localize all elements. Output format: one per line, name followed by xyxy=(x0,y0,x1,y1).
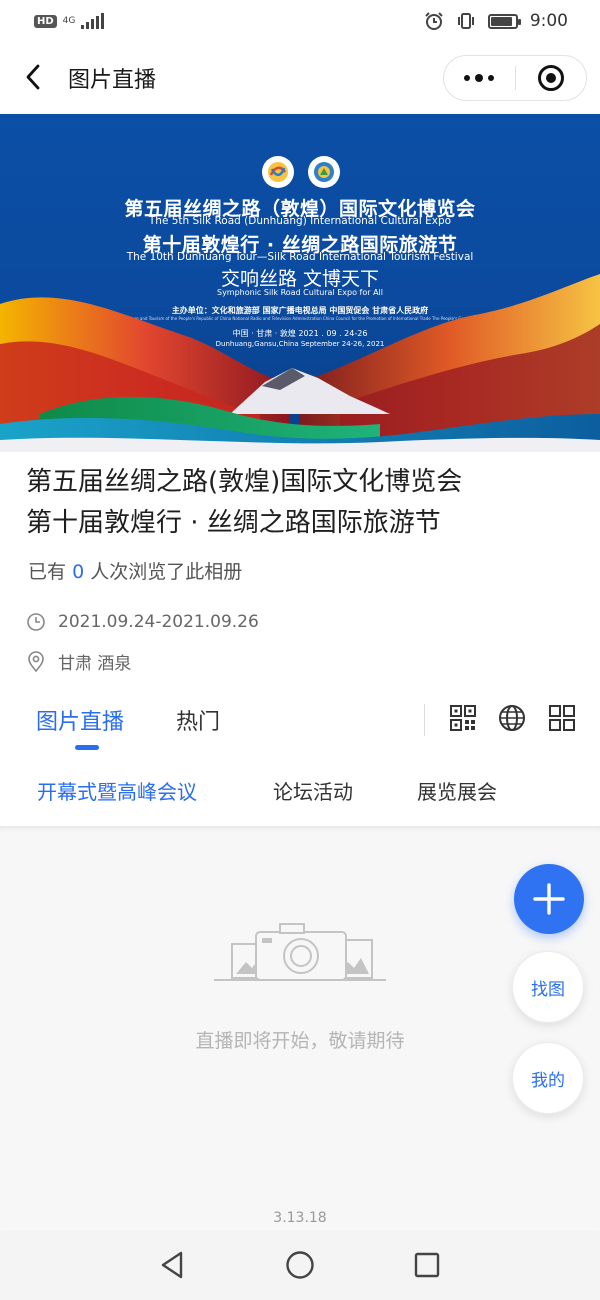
empty-camera-illustration xyxy=(214,923,386,981)
page-title: 图片直播 xyxy=(68,68,157,93)
view-count: 已有 0 人次浏览了此相册 xyxy=(28,557,242,584)
app-version: 3.13.18 xyxy=(273,1210,327,1226)
status-left: HD 4G xyxy=(34,13,105,29)
close-button[interactable] xyxy=(516,56,587,100)
tab-hot[interactable]: 热门 xyxy=(176,704,220,736)
signal-icon xyxy=(81,13,105,29)
add-photo-button[interactable] xyxy=(514,864,584,934)
vibrate-icon xyxy=(457,13,474,29)
album-title-line-2: 第十届敦煌行 · 丝绸之路国际旅游节 xyxy=(26,508,441,538)
globe-icon xyxy=(499,705,525,731)
event-location: 甘肃 酒泉 xyxy=(58,654,132,674)
nav-bar: 图片直播 xyxy=(0,42,600,114)
circle-home-icon xyxy=(286,1251,314,1279)
status-time: 9:00 xyxy=(529,11,568,31)
view-count-number: 0 xyxy=(72,561,85,583)
my-photos-button[interactable]: 我的 xyxy=(512,1042,584,1114)
expo-logo xyxy=(262,156,294,188)
album-title-line-1: 第五届丝绸之路(敦煌)国际文化博览会 xyxy=(26,467,463,497)
empty-state-message: 直播即将开始，敬请期待 xyxy=(195,1030,405,1052)
banner-title-2-en: The 10th Dunhuang Tour—Silk Road Interna… xyxy=(126,251,474,263)
find-photo-button[interactable]: 找图 xyxy=(512,951,584,1023)
subcategory-forum[interactable]: 论坛活动 xyxy=(273,776,353,805)
view-count-suffix: 人次浏览了此相册 xyxy=(90,561,243,583)
location-pin-icon xyxy=(28,650,44,672)
target-close-icon xyxy=(537,65,564,91)
status-bar: HD 4G 9:00 xyxy=(0,0,600,42)
album-cover-banner[interactable]: 第五届丝绸之路（敦煌）国际文化博览会 The 5th Silk Road (Du… xyxy=(0,114,600,452)
event-logos xyxy=(262,156,340,188)
alarm-icon xyxy=(425,12,443,30)
grid-layout-icon xyxy=(549,705,575,731)
tab-live-photos[interactable]: 图片直播 xyxy=(36,704,124,736)
more-dots-icon xyxy=(464,75,471,81)
clock-icon xyxy=(27,613,45,631)
language-button[interactable] xyxy=(498,704,526,732)
status-right: 9:00 xyxy=(424,11,568,31)
festival-logo xyxy=(308,156,340,188)
system-home-button[interactable] xyxy=(283,1248,317,1282)
event-date-range: 2021.09.24-2021.09.26 xyxy=(58,612,259,632)
back-button[interactable] xyxy=(18,62,48,92)
tab-bar: 图片直播 热门 xyxy=(0,690,600,754)
system-recents-button[interactable] xyxy=(410,1248,444,1282)
event-location-row: 甘肃 酒泉 xyxy=(26,649,131,674)
more-button[interactable] xyxy=(444,56,515,100)
layout-toggle-button[interactable] xyxy=(548,704,576,732)
tab-divider xyxy=(424,704,425,736)
banner-mountains-illustration xyxy=(0,274,600,452)
subcategory-exhibition[interactable]: 展览展会 xyxy=(417,776,497,805)
system-back-button[interactable] xyxy=(155,1248,189,1282)
subcategory-bar: 开幕式暨高峰会议 论坛活动 展览展会 xyxy=(0,760,600,824)
album-title: 第五届丝绸之路(敦煌)国际文化博览会 第十届敦煌行 · 丝绸之路国际旅游节 xyxy=(26,462,586,544)
qr-code-icon xyxy=(450,705,476,731)
battery-level xyxy=(490,16,513,26)
view-count-prefix: 已有 xyxy=(28,561,67,583)
hd-badge: HD xyxy=(34,14,57,28)
qr-code-button[interactable] xyxy=(449,704,477,732)
network-type: 4G xyxy=(62,15,76,26)
mini-program-capsule xyxy=(443,55,587,101)
square-recents-icon xyxy=(414,1252,440,1278)
plus-icon xyxy=(533,883,565,915)
event-date-row: 2021.09.24-2021.09.26 xyxy=(26,612,259,632)
triangle-back-icon xyxy=(161,1251,183,1279)
system-navigation-bar xyxy=(0,1230,600,1300)
chevron-left-icon xyxy=(26,64,40,90)
active-tab-indicator xyxy=(75,745,99,750)
battery-icon xyxy=(487,13,521,29)
subcategory-opening[interactable]: 开幕式暨高峰会议 xyxy=(37,776,197,805)
banner-title-1-en: The 5th Silk Road (Dunhuang) Internation… xyxy=(148,215,452,227)
